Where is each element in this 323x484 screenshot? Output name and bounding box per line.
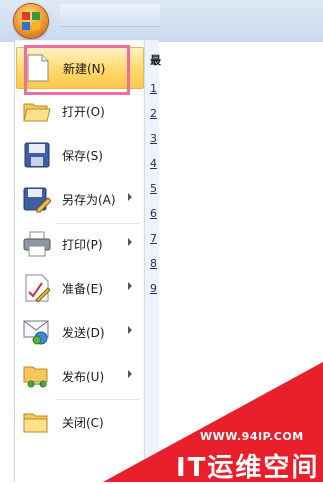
office-button-icon[interactable] [14,4,48,38]
recent-item-number[interactable]: 1 [150,82,157,95]
recent-item-number[interactable]: 7 [150,232,157,245]
prepare-icon [22,273,52,303]
publish-icon [22,361,52,391]
printer-icon [22,229,52,259]
recent-item-number[interactable]: 3 [150,132,157,145]
menu-item-label: 另存为(A) [62,192,116,207]
menu-item-label: 发布(U) [62,369,105,384]
menu-item-label: 打开(O) [62,104,105,119]
save-as-icon [22,184,52,214]
submenu-arrow-icon [128,326,132,334]
close-folder-icon [22,407,52,437]
watermark-url: WWW.94IP.COM [200,430,304,443]
recent-documents-title: 最 [150,54,161,67]
menu-item-prepare[interactable]: 准备(E) [16,268,142,308]
menu-item-label: 打印(P) [62,237,103,252]
submenu-arrow-icon [128,193,132,201]
menu-item-label: 关闭(C) [62,415,104,430]
open-folder-icon [22,96,52,126]
recent-item-number[interactable]: 4 [150,157,157,170]
menu-item-label: 保存(S) [62,148,103,163]
watermark-text: IT运维空间 [176,453,320,483]
send-icon [22,317,52,347]
recent-item-number[interactable]: 2 [150,107,157,120]
annotation-highlight [24,45,130,95]
save-disk-icon [22,140,52,170]
submenu-arrow-icon [128,282,132,290]
title-bar [0,0,323,42]
quick-access-toolbar [60,4,160,27]
menu-item-save-as[interactable]: 另存为(A) [16,179,142,219]
menu-item-save[interactable]: 保存(S) [16,135,142,175]
menu-item-label: 准备(E) [62,281,103,296]
recent-item-number[interactable]: 6 [150,207,157,220]
menu-item-open[interactable]: 打开(O) [16,91,142,131]
menu-item-print[interactable]: 打印(P) [16,224,142,264]
recent-item-number[interactable]: 9 [150,282,157,295]
submenu-arrow-icon [128,238,132,246]
menu-item-send[interactable]: 发送(D) [16,312,142,352]
recent-item-number[interactable]: 8 [150,257,157,270]
recent-item-number[interactable]: 5 [150,182,157,195]
menu-item-label: 发送(D) [62,325,105,340]
